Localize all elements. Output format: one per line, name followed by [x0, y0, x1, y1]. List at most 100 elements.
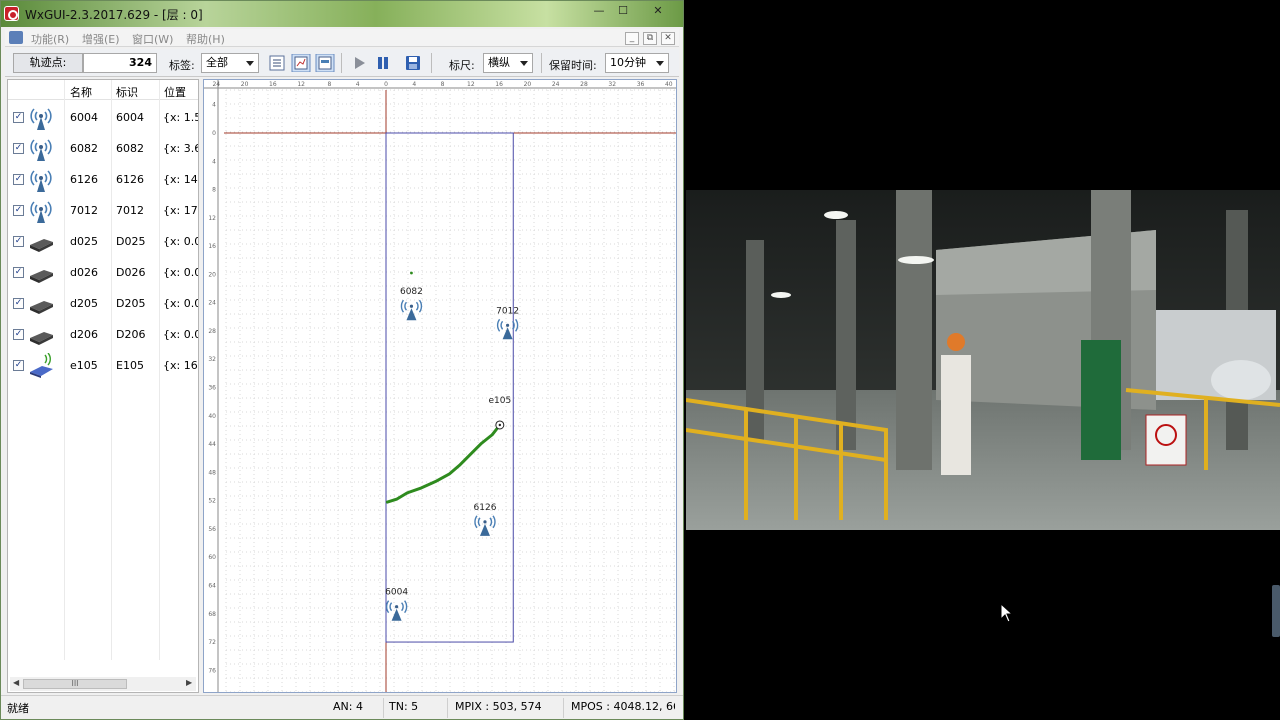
ruler-label: 标尺:	[449, 59, 475, 72]
anchor-label: 6126	[474, 503, 497, 513]
device-name: d026	[70, 266, 98, 279]
device-visible-checkbox[interactable]: ✓	[13, 360, 24, 371]
status-divider	[563, 698, 564, 718]
track-points-value: 324	[83, 53, 157, 73]
anchor-antenna-icon[interactable]	[496, 318, 519, 340]
x-tick-label: 0	[384, 81, 388, 88]
antenna-icon	[30, 139, 52, 161]
device-visible-checkbox[interactable]: ✓	[13, 112, 24, 123]
x-tick-label: 32	[608, 81, 616, 88]
device-visible-checkbox[interactable]: ✓	[13, 174, 24, 185]
status-anchor-count: AN: 4	[333, 700, 363, 713]
y-tick-label: 68	[208, 611, 216, 618]
ruler-select[interactable]: 横纵	[483, 53, 533, 73]
device-name: d206	[70, 328, 98, 341]
x-tick-label: 12	[297, 81, 305, 88]
device-id: 6004	[116, 111, 144, 124]
column-header-name[interactable]: 名称	[70, 84, 92, 100]
device-row[interactable]: ✓ d025 D025 {x: 0.0	[8, 226, 198, 257]
edge-scroll-handle[interactable]	[1272, 585, 1280, 637]
device-row[interactable]: ✓ 6004 6004 {x: 1.5	[8, 102, 198, 133]
y-tick-label: 36	[208, 385, 216, 392]
title-bar[interactable]: WxGUI-2.3.2017.629 - [层 : 0] — ☐ ✕	[1, 1, 683, 27]
anchor-label: 7012	[496, 306, 519, 316]
retention-label: 保留时间:	[549, 59, 597, 72]
retention-select[interactable]: 10分钟	[605, 53, 669, 73]
y-tick-label: 52	[208, 498, 216, 505]
save-icon[interactable]	[403, 54, 423, 72]
device-row[interactable]: ✓ 6082 6082 {x: 3.6	[8, 133, 198, 164]
device-name: 6126	[70, 173, 98, 186]
device-icon	[30, 332, 53, 345]
device-visible-checkbox[interactable]: ✓	[13, 298, 24, 309]
device-name: d025	[70, 235, 98, 248]
device-row[interactable]: ✓ d026 D026 {x: 0.0	[8, 257, 198, 288]
device-visible-checkbox[interactable]: ✓	[13, 329, 24, 340]
x-tick-label: 28	[580, 81, 588, 88]
device-row[interactable]: ✓ 7012 7012 {x: 17.	[8, 195, 198, 226]
y-tick-label: 40	[208, 413, 216, 420]
track-map-panel[interactable]: 24 20 16 12 8 4 0 4 8 12 16 20 24 28 32 36 40 4 0 4 8 12 16 20 2…	[203, 79, 677, 693]
menu-enhance[interactable]: 增强(E)	[82, 31, 120, 47]
device-icon	[30, 270, 53, 283]
tag-filter-select[interactable]: 全部	[201, 53, 259, 73]
antenna-icon	[30, 201, 52, 223]
mdi-close-button[interactable]: ✕	[661, 32, 675, 45]
device-row[interactable]: ✓ d205 D205 {x: 0.0	[8, 288, 198, 319]
device-name: d205	[70, 297, 98, 310]
column-header-id[interactable]: 标识	[116, 84, 138, 100]
device-visible-checkbox[interactable]: ✓	[13, 205, 24, 216]
anchor-antenna-icon[interactable]	[385, 600, 408, 621]
device-name: 6082	[70, 142, 98, 155]
pause-icon[interactable]	[373, 54, 393, 72]
device-row[interactable]: ✓ d206 D206 {x: 0.0	[8, 319, 198, 350]
anchor-antenna-icon[interactable]	[400, 299, 423, 321]
antenna-icon	[30, 108, 52, 130]
app-window: WxGUI-2.3.2017.629 - [层 : 0] — ☐ ✕ 功能(R)…	[0, 0, 684, 720]
device-position: {x: 14.	[163, 173, 199, 186]
map-view-icon[interactable]	[315, 54, 335, 72]
track-view-icon[interactable]	[291, 54, 311, 72]
y-tick-label: 4	[212, 158, 216, 165]
status-ready: 就绪	[7, 702, 29, 715]
status-mouse-pixel: MPIX : 503, 574	[455, 700, 542, 713]
device-id: 6082	[116, 142, 144, 155]
play-icon[interactable]	[349, 54, 369, 72]
scroll-right-icon[interactable]: ▶	[186, 678, 192, 687]
x-tick-label: 8	[328, 81, 332, 88]
scroll-thumb[interactable]: III	[23, 679, 127, 689]
column-header-position[interactable]: 位置	[164, 84, 186, 100]
menu-function[interactable]: 功能(R)	[31, 31, 69, 47]
menu-help[interactable]: 帮助(H)	[186, 31, 225, 47]
device-list-header: 名称 标识 位置	[8, 80, 198, 100]
list-view-icon[interactable]	[267, 54, 287, 72]
device-id: 7012	[116, 204, 144, 217]
status-divider	[383, 698, 384, 718]
y-tick-label: 8	[212, 187, 216, 194]
y-tick-label: 56	[208, 526, 216, 533]
maximize-button[interactable]: ☐	[609, 3, 637, 21]
device-visible-checkbox[interactable]: ✓	[13, 267, 24, 278]
x-tick-label: 16	[495, 81, 503, 88]
menu-bar: 功能(R) 增强(E) 窗口(W) 帮助(H) _ ⧉ ✕	[5, 29, 679, 47]
device-visible-checkbox[interactable]: ✓	[13, 143, 24, 154]
y-tick-label: 72	[208, 639, 216, 646]
x-tick-label: 16	[269, 81, 277, 88]
device-id: D026	[116, 266, 146, 279]
device-id: 6126	[116, 173, 144, 186]
mdi-minimize-button[interactable]: _	[625, 32, 639, 45]
scroll-left-icon[interactable]: ◀	[13, 678, 19, 687]
track-map-canvas[interactable]: 24 20 16 12 8 4 0 4 8 12 16 20 24 28 32 36 4040481216202…	[204, 80, 677, 693]
device-row[interactable]: ✓ e105 E105 {x: 16.	[8, 350, 198, 381]
device-name: 6004	[70, 111, 98, 124]
device-visible-checkbox[interactable]: ✓	[13, 236, 24, 247]
device-position: {x: 0.0	[163, 328, 199, 341]
x-tick-label: 4	[356, 81, 360, 88]
menu-window[interactable]: 窗口(W)	[132, 31, 173, 47]
track-point	[410, 271, 413, 275]
device-row[interactable]: ✓ 6126 6126 {x: 14.	[8, 164, 198, 195]
mdi-restore-button[interactable]: ⧉	[643, 32, 657, 45]
horizontal-scrollbar[interactable]: ◀ III ▶	[10, 677, 196, 691]
y-tick-label: 28	[208, 328, 216, 335]
close-button[interactable]: ✕	[637, 3, 679, 21]
